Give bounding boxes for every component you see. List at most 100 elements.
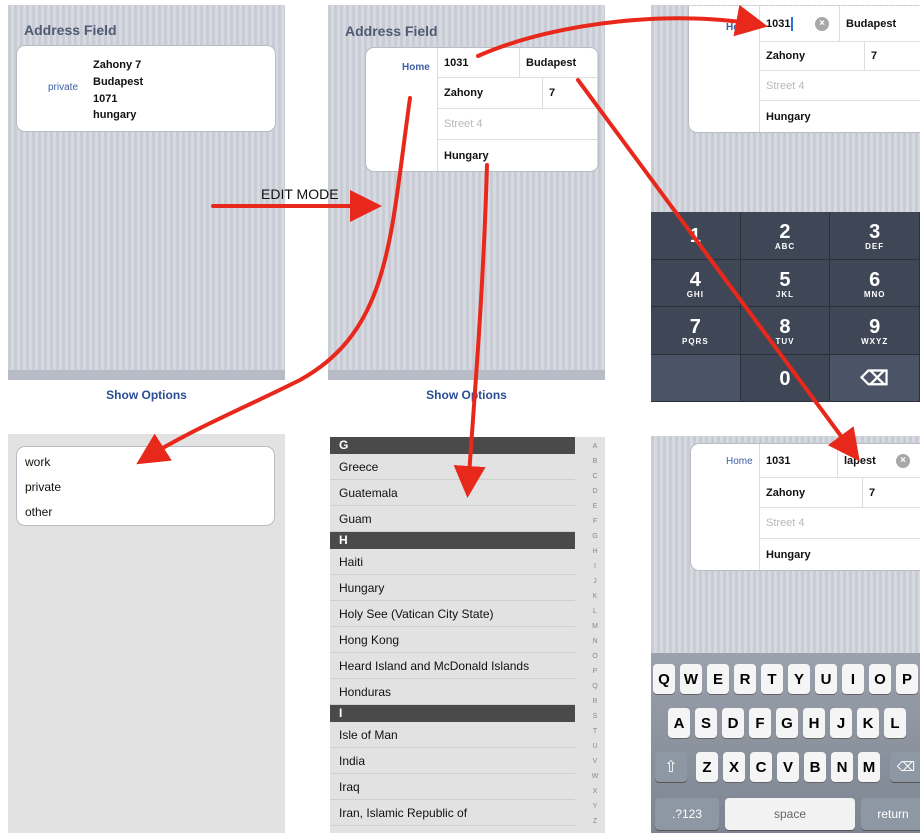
key-g[interactable]: G (776, 708, 798, 738)
zip-field[interactable]: 1031 (438, 48, 520, 78)
key-j[interactable]: J (830, 708, 852, 738)
backspace-key[interactable]: ⌫ (890, 752, 920, 782)
keypad-key[interactable]: 3 DEF (830, 212, 920, 260)
option-item[interactable]: work (25, 455, 50, 469)
street2-field[interactable]: Street 4 (438, 109, 598, 140)
key-v[interactable]: V (777, 752, 799, 782)
index-letter[interactable]: Z (588, 818, 602, 825)
street2-field[interactable]: Street 4 (760, 71, 920, 101)
index-letter[interactable]: K (588, 593, 602, 600)
index-letter[interactable]: L (588, 608, 602, 615)
clear-icon[interactable]: × (815, 17, 829, 31)
key-y[interactable]: Y (788, 664, 810, 694)
country-item[interactable]: Holy See (Vatican City State) (330, 601, 575, 627)
country-item[interactable]: Guam (330, 506, 575, 532)
key-r[interactable]: R (734, 664, 756, 694)
key-t[interactable]: T (761, 664, 783, 694)
key-h[interactable]: H (803, 708, 825, 738)
street2-field[interactable]: Street 4 (760, 508, 920, 539)
keypad-key[interactable]: 0 (740, 354, 831, 402)
key-d[interactable]: D (722, 708, 744, 738)
clear-icon[interactable]: × (896, 454, 910, 468)
key-m[interactable]: M (858, 752, 880, 782)
index-letter[interactable]: W (588, 773, 602, 780)
index-letter[interactable]: T (588, 728, 602, 735)
key-w[interactable]: W (680, 664, 702, 694)
key-i[interactable]: I (842, 664, 864, 694)
street-field[interactable]: Zahony (438, 78, 543, 109)
keypad-key[interactable]: 5 JKL (740, 259, 831, 307)
keypad-key[interactable]: 9 WXYZ (830, 307, 920, 355)
city-field[interactable]: Budapest (840, 6, 920, 42)
key-b[interactable]: B (804, 752, 826, 782)
zip-field[interactable]: 1031 (760, 444, 838, 478)
show-options-link[interactable]: Show Options (8, 388, 285, 402)
key-o[interactable]: O (869, 664, 891, 694)
index-letter[interactable]: B (588, 458, 602, 465)
index-letter[interactable]: Q (588, 683, 602, 690)
country-item[interactable]: Guatemala (330, 480, 575, 506)
index-letter[interactable]: H (588, 548, 602, 555)
country-item[interactable]: Hungary (330, 575, 575, 601)
address-card[interactable]: private Zahony 7 Budapest 1071 hungary (16, 45, 276, 132)
key-f[interactable]: F (749, 708, 771, 738)
country-field[interactable]: Hungary (760, 101, 920, 132)
country-item[interactable]: Honduras (330, 679, 575, 705)
street-field[interactable]: Zahony (760, 478, 863, 508)
numbers-key[interactable]: .?123 (655, 798, 719, 830)
index-letter[interactable]: R (588, 698, 602, 705)
keypad-key[interactable]: 2 ABC (740, 212, 831, 260)
key-q[interactable]: Q (653, 664, 675, 694)
country-item[interactable]: Iran, Islamic Republic of (330, 800, 575, 826)
zip-field-focused[interactable]: 1031 × (760, 6, 840, 42)
key-e[interactable]: E (707, 664, 729, 694)
key-a[interactable]: A (668, 708, 690, 738)
house-number-field[interactable]: 7 (863, 478, 920, 508)
house-number-field[interactable]: 7 (865, 42, 920, 71)
key-n[interactable]: N (831, 752, 853, 782)
house-number-field[interactable]: 7 (543, 78, 598, 109)
index-letter[interactable]: D (588, 488, 602, 495)
country-item[interactable]: Haiti (330, 549, 575, 575)
keypad-key[interactable]: 8 TUV (740, 307, 831, 355)
country-item[interactable]: Iraq (330, 774, 575, 800)
key-z[interactable]: Z (696, 752, 718, 782)
index-letter[interactable]: P (588, 668, 602, 675)
address-type-button[interactable]: Home (402, 62, 430, 73)
key-c[interactable]: C (750, 752, 772, 782)
country-item[interactable]: Hong Kong (330, 627, 575, 653)
country-item[interactable]: Greece (330, 454, 575, 480)
index-letter[interactable]: A (588, 443, 602, 450)
keypad-key[interactable]: 4 GHI (651, 259, 741, 307)
index-letter[interactable]: O (588, 653, 602, 660)
index-letter[interactable]: Y (588, 803, 602, 810)
shift-key[interactable]: ⇧ (655, 752, 687, 782)
street-field[interactable]: Zahony (760, 42, 865, 71)
index-letter[interactable]: E (588, 503, 602, 510)
country-item[interactable]: Isle of Man (330, 722, 575, 748)
index-letter[interactable]: F (588, 518, 602, 525)
index-letter[interactable]: X (588, 788, 602, 795)
keypad-key[interactable]: 6 MNO (830, 259, 920, 307)
index-letter[interactable]: N (588, 638, 602, 645)
index-letter[interactable]: I (588, 563, 602, 570)
index-letter[interactable]: M (588, 623, 602, 630)
index-letter[interactable]: U (588, 743, 602, 750)
city-field[interactable]: Budapest (520, 48, 598, 78)
key-u[interactable]: U (815, 664, 837, 694)
key-x[interactable]: X (723, 752, 745, 782)
country-field[interactable]: Hungary (438, 140, 598, 171)
key-p[interactable]: P (896, 664, 918, 694)
key-l[interactable]: L (884, 708, 906, 738)
index-letter[interactable]: V (588, 758, 602, 765)
return-key[interactable]: return (861, 798, 920, 830)
key-k[interactable]: K (857, 708, 879, 738)
index-letter[interactable]: J (588, 578, 602, 585)
show-options-link[interactable]: Show Options (328, 388, 605, 402)
country-field[interactable]: Hungary (760, 539, 920, 570)
space-key[interactable]: space (725, 798, 855, 830)
key-s[interactable]: S (695, 708, 717, 738)
backspace-key[interactable]: ⌫ (830, 354, 920, 402)
index-letter[interactable]: G (588, 533, 602, 540)
keypad-key[interactable]: 7 PQRS (651, 307, 741, 355)
